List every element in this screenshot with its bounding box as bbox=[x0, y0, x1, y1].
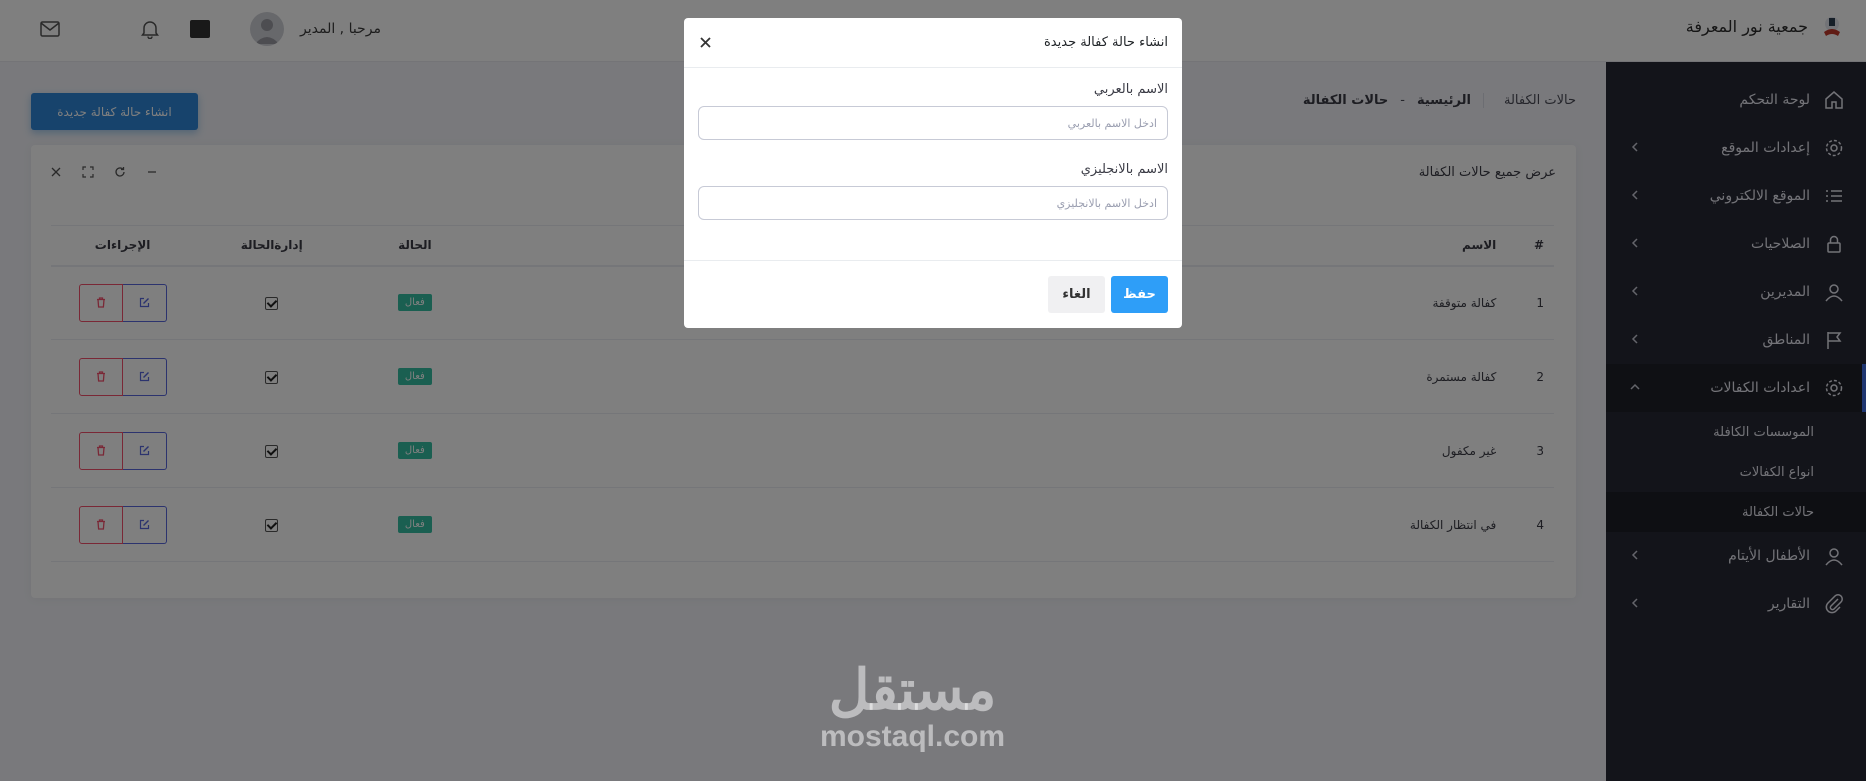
modal-header: انشاء حالة كفالة جديدة bbox=[684, 18, 1182, 68]
save-button[interactable]: حفظ bbox=[1111, 276, 1168, 313]
name-en-field[interactable] bbox=[698, 186, 1168, 220]
modal-footer: حفظ الغاء bbox=[684, 260, 1182, 328]
create-status-modal: انشاء حالة كفالة جديدة الاسم بالعربي الا… bbox=[684, 18, 1182, 328]
modal-title: انشاء حالة كفالة جديدة bbox=[1044, 35, 1168, 50]
watermark: مستقل mostaql.com bbox=[820, 660, 1005, 754]
name-ar-label: الاسم بالعربي bbox=[1093, 82, 1168, 97]
watermark-latin: mostaql.com bbox=[820, 720, 1006, 753]
cancel-button[interactable]: الغاء bbox=[1048, 276, 1105, 313]
watermark-arabic: مستقل bbox=[828, 658, 997, 721]
form-group-name-en: الاسم بالانجليزي bbox=[698, 162, 1168, 220]
modal-body: الاسم بالعربي الاسم بالانجليزي bbox=[684, 68, 1182, 252]
name-ar-field[interactable] bbox=[698, 106, 1168, 140]
form-group-name-ar: الاسم بالعربي bbox=[698, 82, 1168, 140]
close-icon[interactable] bbox=[698, 36, 712, 50]
name-en-label: الاسم بالانجليزي bbox=[1080, 162, 1168, 177]
